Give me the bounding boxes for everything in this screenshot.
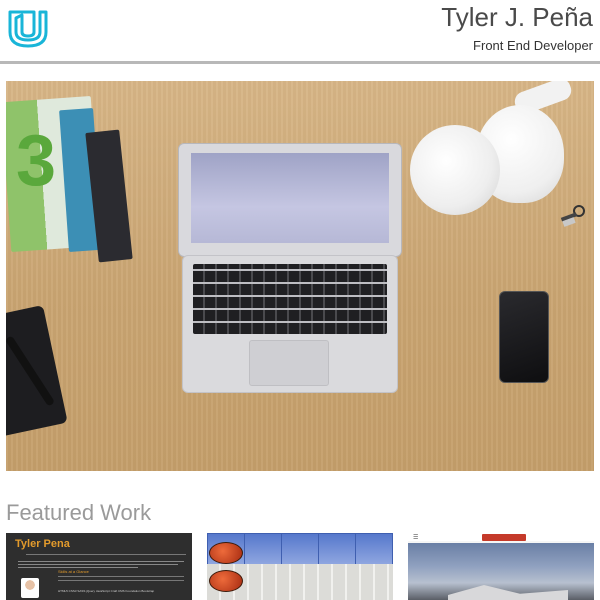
lamp-base	[410, 125, 500, 215]
smartphone	[499, 291, 549, 383]
laptop-keyboard-base	[182, 255, 398, 393]
card-text-line	[58, 580, 184, 581]
site-owner-name: Tyler J. Peña	[441, 2, 593, 32]
keyboard	[193, 264, 387, 334]
card-text-line	[18, 564, 178, 565]
hamburger-menu-icon: ☰	[413, 535, 419, 541]
trackpad	[249, 340, 329, 386]
featured-card-resume[interactable]: Tyler Pena Skills at a Glance HTML5 CSS3…	[6, 533, 192, 600]
site-owner-role: Front End Developer	[473, 38, 593, 53]
card-resume-name: Tyler Pena	[15, 538, 70, 550]
card-resume-tags: HTML5 CSS3 SASS jQuery JavaScript Craft …	[58, 589, 155, 593]
udacity-logo-icon[interactable]	[6, 6, 50, 50]
card-site-hero-photo	[408, 543, 594, 600]
header-divider	[0, 61, 600, 64]
portfolio-page: Tyler J. Peña Front End Developer 3 Feat…	[0, 0, 600, 600]
book-number: 3	[16, 121, 57, 201]
water-tile	[244, 533, 282, 565]
card-resume-avatar	[21, 578, 39, 598]
card-text-line	[26, 554, 186, 555]
water-tile	[355, 533, 393, 565]
site-header: Tyler J. Peña Front End Developer	[0, 0, 600, 64]
featured-card-game[interactable]	[207, 533, 393, 600]
water-tile	[281, 533, 319, 565]
card-text-line	[18, 567, 138, 568]
laptop-screen	[191, 153, 389, 243]
bug-enemy-icon	[209, 570, 243, 592]
laptop-lid	[178, 143, 402, 257]
card-site-navbar: ☰	[408, 533, 594, 541]
house-silhouette	[448, 585, 568, 600]
keys-icon	[560, 205, 585, 227]
hero-image: 3	[6, 81, 594, 471]
card-site-logo	[482, 534, 526, 541]
featured-work-heading: Featured Work	[6, 500, 152, 525]
featured-card-website[interactable]: ☰	[408, 533, 594, 600]
water-tile	[318, 533, 356, 565]
card-text-line	[58, 576, 184, 577]
card-text-line	[18, 561, 184, 562]
bug-enemy-icon	[209, 542, 243, 564]
card-resume-skills-heading: Skills at a Glance	[58, 569, 89, 574]
